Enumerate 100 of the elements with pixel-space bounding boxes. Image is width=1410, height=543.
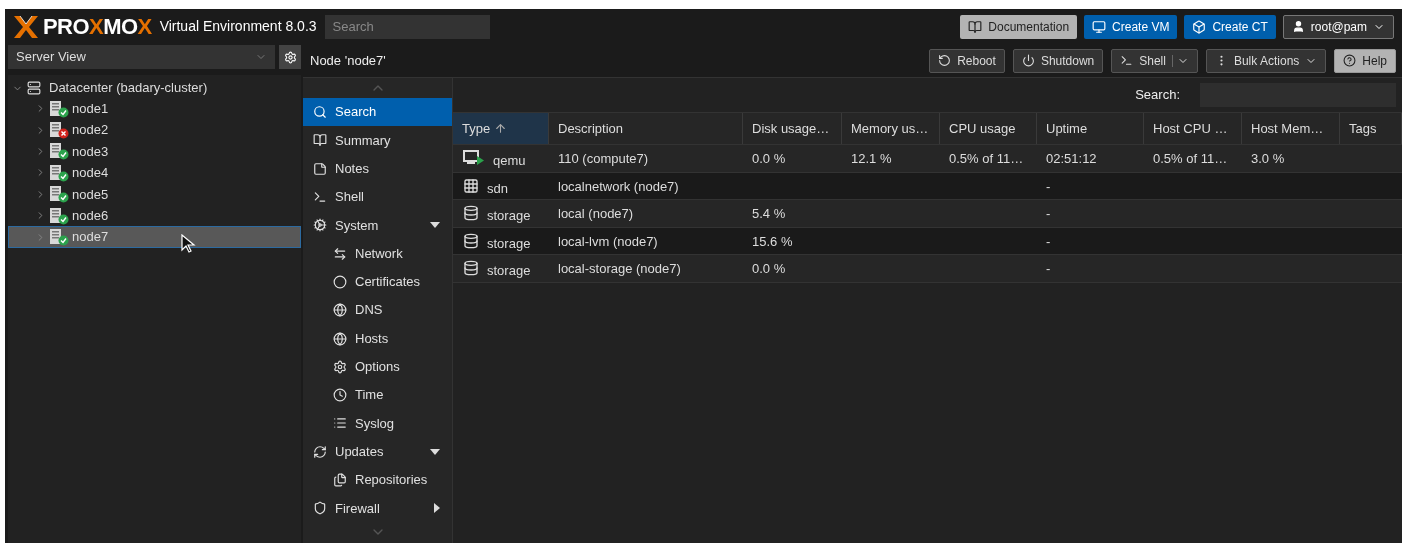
nav-icon	[333, 246, 347, 261]
nav-icon	[313, 161, 327, 176]
nav-item[interactable]: System	[303, 211, 452, 240]
toolbar-button[interactable]: Help	[1334, 48, 1396, 73]
sort-ascending-icon	[494, 122, 508, 135]
toolbar-button[interactable]: Shutdown	[1012, 48, 1104, 73]
table-cell-text: 5.4 %	[752, 205, 786, 223]
ct-icon	[1192, 19, 1207, 34]
nav-icon	[333, 331, 347, 346]
documentation-button[interactable]: Documentation	[960, 14, 1078, 39]
nav-item[interactable]: Updates	[303, 437, 452, 466]
reboot-icon	[938, 54, 952, 67]
column-header[interactable]: Uptime	[1037, 113, 1144, 144]
tree-item[interactable]: node3	[8, 140, 301, 163]
nav-icon	[313, 501, 327, 516]
tree-item[interactable]: Datacenter (badary-cluster)	[8, 78, 301, 98]
nav-item[interactable]: Notes	[303, 154, 452, 183]
user-menu-button[interactable]: root@pam	[1282, 14, 1394, 39]
nav-item[interactable]: Hosts	[303, 324, 452, 353]
help-icon	[1343, 54, 1357, 67]
nav-item[interactable]: Summary	[303, 126, 452, 155]
nav-item[interactable]: Network	[303, 239, 452, 268]
table-cell-text: -	[1046, 205, 1051, 223]
nav-item[interactable]: Shell	[303, 182, 452, 212]
nav-icon	[333, 473, 347, 487]
logo-text: PRO	[43, 13, 90, 39]
table-cell-text: sdn	[487, 179, 508, 198]
search-field[interactable]: Search	[324, 14, 490, 39]
nav-icon	[333, 303, 347, 318]
table-cell-text: local-storage (node7)	[558, 260, 681, 278]
create-button[interactable]: Create VM	[1084, 14, 1178, 39]
table-cell-text: storage	[487, 262, 531, 280]
table-cell-text: -	[1046, 232, 1051, 251]
column-header[interactable]: Host Mem…	[1242, 113, 1340, 144]
settings-button[interactable]	[279, 45, 301, 69]
logo-text: MO	[103, 13, 138, 39]
table-cell-text: 0.0 %	[752, 260, 786, 278]
vm-running-icon	[463, 150, 485, 167]
toolbar-button[interactable]: Reboot	[929, 48, 1005, 73]
user-icon	[1291, 20, 1305, 33]
create-button[interactable]: Create CT	[1184, 14, 1276, 39]
nav-item[interactable]: Search	[303, 98, 452, 127]
nav-icon	[313, 218, 327, 233]
tree-item[interactable]: node5	[8, 183, 301, 205]
table-cell-text: 0.5% of 11…	[949, 150, 1024, 168]
nav-icon	[313, 444, 327, 459]
column-header[interactable]: Tags	[1340, 113, 1402, 144]
nav-icon	[333, 388, 347, 403]
table-cell-text: 02:51:12	[1046, 150, 1097, 168]
caret-right-icon	[434, 503, 440, 514]
server-rack-icon	[27, 81, 41, 95]
table-cell-text: 0.5% of 11…	[1153, 150, 1228, 168]
nav-item[interactable]: Repositories	[303, 465, 452, 495]
nav-icon	[313, 190, 327, 205]
nav-item[interactable]: Firewall	[303, 494, 452, 523]
toolbar-button[interactable]: Shell	[1111, 48, 1198, 73]
search-label: Search:	[1135, 86, 1180, 105]
nav-icon	[333, 359, 347, 374]
product-title: Virtual Environment 8.0.3	[159, 17, 317, 36]
column-header[interactable]: CPU usage	[940, 113, 1037, 144]
nav-item[interactable]: Options	[303, 352, 452, 381]
grid-icon	[463, 177, 479, 194]
nav-icon	[333, 274, 347, 289]
database-icon	[463, 232, 479, 249]
column-header[interactable]: Description	[549, 113, 743, 144]
tree-item[interactable]: node2	[8, 119, 301, 141]
logo-text: X	[89, 13, 104, 39]
column-header[interactable]: Disk usage…	[743, 113, 842, 144]
panel-title: Node 'node7'	[310, 51, 387, 70]
nav-item[interactable]: Time	[303, 380, 452, 410]
settings-icon	[283, 50, 297, 64]
toolbar-button[interactable]: Bulk Actions	[1205, 48, 1327, 73]
view-select[interactable]: Server View	[8, 45, 275, 69]
table-cell-text: qemu	[493, 152, 526, 170]
vm-icon	[1092, 19, 1107, 34]
table-cell-text: storage	[487, 234, 531, 253]
tree-item[interactable]: node6	[8, 204, 301, 227]
nav-item[interactable]: Certificates	[303, 267, 452, 297]
table-cell-text: -	[1046, 260, 1051, 278]
logo-icon	[13, 14, 39, 39]
table-cell-text: storage	[487, 207, 531, 225]
caret-down-icon	[430, 448, 440, 455]
tree-item[interactable]: node4	[8, 162, 301, 184]
table-cell-text: 0.0 %	[752, 150, 786, 168]
tree-item[interactable]: node1	[8, 98, 301, 120]
table-cell-text: 110 (compute7)	[558, 150, 649, 168]
logo-text: X	[137, 13, 152, 39]
table-cell-text: local (node7)	[558, 205, 634, 223]
column-header[interactable]: Memory us…	[842, 113, 940, 144]
caret-down-icon	[430, 222, 440, 229]
column-header[interactable]: Host CPU …	[1144, 113, 1242, 144]
table-cell-text: -	[1046, 177, 1051, 196]
nav-icon	[313, 133, 327, 148]
database-icon	[463, 205, 479, 222]
column-header[interactable]: Type	[453, 113, 549, 144]
cursor-icon	[181, 234, 198, 255]
shutdown-icon	[1021, 54, 1035, 67]
nav-item[interactable]: DNS	[303, 296, 452, 325]
database-icon	[463, 260, 479, 277]
nav-item[interactable]: Syslog	[303, 409, 452, 438]
